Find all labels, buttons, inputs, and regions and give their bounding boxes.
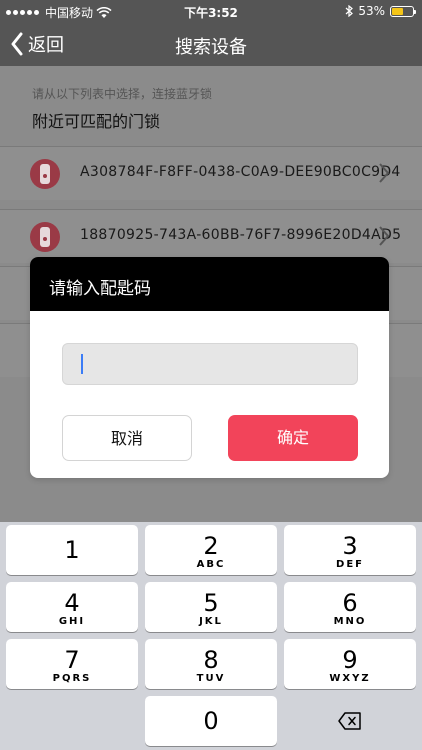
key-0[interactable]: 0 <box>145 696 277 746</box>
key-digit: 1 <box>64 536 80 564</box>
dialog-title: 请输入配匙码 <box>30 257 389 311</box>
key-letters: TUV <box>196 673 226 684</box>
key-letters: JKL <box>199 616 223 627</box>
backspace-icon <box>338 712 361 730</box>
key-digit: 5 <box>203 589 219 617</box>
lock-icon <box>30 159 60 189</box>
pairing-code-input[interactable] <box>62 343 358 385</box>
key-3[interactable]: 3 DEF <box>284 525 416 575</box>
key-letters: GHI <box>58 616 86 627</box>
lock-icon <box>30 222 60 252</box>
key-letters: WXYZ <box>329 673 371 684</box>
numeric-keypad: 1 2 ABC 3 DEF 4 GHI 5 JKL 6 MNO 7 PQRS 8… <box>0 522 422 750</box>
key-7[interactable]: 7 PQRS <box>6 639 138 689</box>
key-letters: PQRS <box>52 673 92 684</box>
text-cursor <box>81 354 83 374</box>
status-bar: 中国移动 下午3:52 53% <box>0 0 422 22</box>
chevron-right-icon <box>379 163 390 183</box>
key-digit: 4 <box>64 589 80 617</box>
chevron-right-icon <box>379 226 390 246</box>
pairing-code-dialog: 请输入配匙码 取消 确定 <box>30 257 389 478</box>
section-title: 附近可匹配的门锁 <box>32 112 161 131</box>
page-title: 搜索设备 <box>175 37 247 58</box>
key-9[interactable]: 9 WXYZ <box>284 639 416 689</box>
nav-bar: 返回 搜索设备 <box>0 22 422 66</box>
key-2[interactable]: 2 ABC <box>145 525 277 575</box>
key-letters: MNO <box>333 616 367 627</box>
key-5[interactable]: 5 JKL <box>145 582 277 632</box>
key-4[interactable]: 4 GHI <box>6 582 138 632</box>
status-right: 53% <box>345 4 416 18</box>
bluetooth-icon <box>345 5 354 17</box>
device-uuid: A308784F-F8FF-0438-C0A9-DEE90BC0C9D4 <box>80 164 401 180</box>
key-6[interactable]: 6 MNO <box>284 582 416 632</box>
key-digit: 7 <box>64 646 80 674</box>
key-digit: 8 <box>203 646 219 674</box>
key-digit: 6 <box>342 589 358 617</box>
battery-percent: 53% <box>358 4 385 18</box>
device-row[interactable]: A308784F-F8FF-0438-C0A9-DEE90BC0C9D4 <box>0 146 422 200</box>
device-uuid: 18870925-743A-60BB-76F7-8996E20D4AD5 <box>80 227 402 243</box>
key-1[interactable]: 1 <box>6 525 138 575</box>
cancel-button[interactable]: 取消 <box>62 415 192 461</box>
hint-text: 请从以下列表中选择，连接蓝牙锁 <box>32 87 213 101</box>
key-letters: DEF <box>336 559 364 570</box>
confirm-button[interactable]: 确定 <box>228 415 358 461</box>
delete-key[interactable] <box>284 696 416 746</box>
key-digit: 9 <box>342 646 358 674</box>
battery-icon <box>390 5 416 17</box>
device-row[interactable]: 18870925-743A-60BB-76F7-8996E20D4AD5 <box>0 209 422 263</box>
key-letters: ABC <box>196 559 226 570</box>
key-digit: 0 <box>203 707 219 735</box>
key-digit: 2 <box>203 532 219 560</box>
key-digit: 3 <box>342 532 358 560</box>
key-8[interactable]: 8 TUV <box>145 639 277 689</box>
